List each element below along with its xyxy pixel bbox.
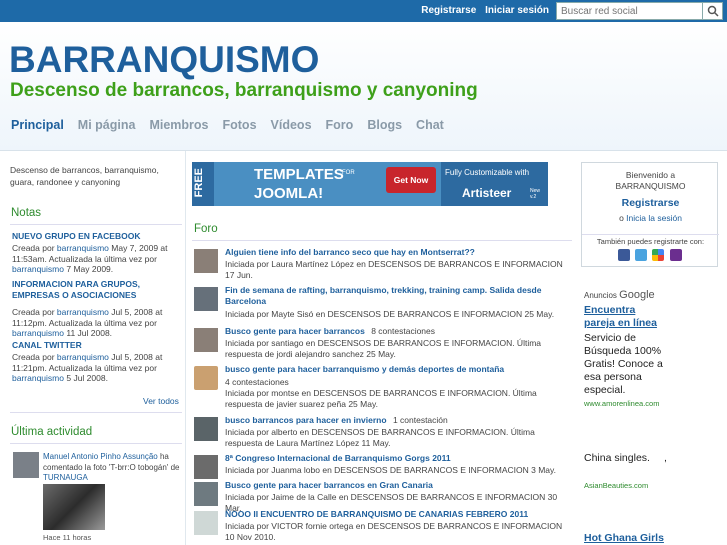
ads-label: Anuncios Google	[584, 289, 655, 301]
avatar[interactable]	[194, 366, 218, 390]
topic-title[interactable]: busco gente para hacer barranquismo y de…	[225, 364, 570, 375]
note-meta: Creada por barranquismo Jul 5, 2008 at 1…	[12, 307, 163, 338]
see-all-notes-link[interactable]: Ver todos	[143, 396, 179, 406]
avatar[interactable]	[194, 328, 218, 352]
note-title[interactable]: INFORMACION PARA GRUPOS, EMPRESAS O ASOC…	[12, 279, 182, 301]
search-button[interactable]	[703, 2, 723, 20]
reply-count: 1 contestación	[392, 415, 448, 425]
ad-url[interactable]: AsianBeauties.com	[584, 481, 648, 490]
welcome-text: Bienvenido a BARRANQUISMO	[615, 170, 686, 191]
reply-count: 8 contestaciones	[371, 326, 436, 336]
notes-heading: Notas	[11, 207, 42, 219]
avatar[interactable]	[194, 417, 218, 441]
avatar[interactable]	[194, 287, 218, 311]
templates-banner[interactable]: FREE TEMPLATES FOR JOOMLA! Get Now Fully…	[192, 162, 548, 206]
login-line: o Inicia la sesión	[619, 213, 682, 223]
topic-meta: Iniciada por Mayte Sisó en DESCENSOS DE …	[225, 309, 555, 319]
nav-fotos[interactable]: Fotos	[223, 118, 257, 132]
site-description: Descenso de barrancos, barranquismo, gua…	[10, 165, 159, 187]
nav-foro[interactable]: Foro	[326, 118, 354, 132]
topic-title[interactable]: Fin de semana de rafting, barranquismo, …	[225, 285, 570, 307]
also-register-text: También puedes registrarte con:	[582, 234, 719, 246]
reply-count: 4 contestaciones	[225, 377, 289, 387]
topic-title[interactable]: Busco gente para hacer barrancos en Gran…	[225, 480, 570, 491]
note-title[interactable]: CANAL TWITTER	[12, 340, 182, 351]
top-links: Registrarse Iniciar sesión	[415, 5, 549, 16]
register-link[interactable]: Registrarse	[582, 197, 719, 209]
nav-miembros[interactable]: Miembros	[149, 118, 208, 132]
avatar[interactable]	[194, 482, 218, 506]
signin-box: Bienvenido a BARRANQUISMO Registrarse o I…	[581, 162, 719, 267]
avatar[interactable]	[194, 455, 218, 479]
topic-title[interactable]: busco barrancos para hacer en invierno	[225, 415, 387, 425]
register-link[interactable]: Registrarse	[421, 5, 476, 16]
avatar[interactable]	[194, 511, 218, 535]
google-icon[interactable]	[652, 249, 664, 261]
yahoo-icon[interactable]	[670, 249, 682, 261]
avatar[interactable]	[194, 249, 218, 273]
topic-title[interactable]: 8ª Congreso Internacional de Barranquism…	[225, 453, 570, 464]
top-bar: Registrarse Iniciar sesión	[0, 0, 727, 22]
nav-videos[interactable]: Vídeos	[271, 118, 312, 132]
ad-title[interactable]: Hot Ghana Girls	[584, 532, 664, 545]
ad-title[interactable]: China singles.	[584, 452, 650, 464]
avatar[interactable]	[13, 452, 39, 478]
search-icon	[707, 5, 719, 17]
note-meta: Creada por barranquismo May 7, 2009 at 1…	[12, 243, 168, 274]
site-title[interactable]: BARRANQUISMO	[9, 39, 319, 81]
nav-chat[interactable]: Chat	[416, 118, 444, 132]
login-link[interactable]: Inicia la sesión	[626, 213, 682, 223]
topic-meta: Iniciada por montse en DESCENSOS DE BARR…	[225, 388, 537, 409]
forum-heading: Foro	[194, 223, 218, 235]
topic-meta: Iniciada por Laura Martínez López en DES…	[225, 259, 563, 280]
activity-time: Hace 11 horas	[43, 533, 92, 542]
note-meta: Creada por barranquismo Jul 5, 2008 at 1…	[12, 352, 163, 383]
topic-meta: Iniciada por santiago en DESCENSOS DE BA…	[225, 338, 542, 359]
main-nav: Principal Mi página Miembros Fotos Vídeos For…	[11, 118, 458, 132]
site-subtitle: Descenso de barrancos, barranquismo y ca…	[10, 80, 478, 101]
facebook-icon[interactable]	[618, 249, 630, 261]
activity-heading: Última actividad	[11, 426, 93, 438]
ad-title[interactable]: Encuentra pareja en línea	[584, 304, 668, 330]
topic-title[interactable]: Busco gente para hacer barrancos	[225, 326, 365, 336]
twitter-icon[interactable]	[635, 249, 647, 261]
activity-text: Manuel Antonio Pinho Assunção ha comenta…	[43, 452, 180, 482]
nav-blogs[interactable]: Blogs	[367, 118, 402, 132]
nav-principal[interactable]: Principal	[11, 118, 64, 132]
topic-meta: Iniciada por VICTOR fornie ortega en DES…	[225, 521, 563, 542]
topic-meta: Iniciada por Juanma lobo en DESCENSOS DE…	[225, 465, 556, 475]
topic-title[interactable]: Alguien tiene info del barranco seco que…	[225, 247, 570, 258]
search-input[interactable]	[556, 2, 703, 20]
ad-url[interactable]: www.amorenlinea.com	[584, 399, 659, 408]
nav-mi-pagina[interactable]: Mi página	[78, 118, 136, 132]
ad-text: Servicio de Búsqueda 100% Gratis! Conoce…	[584, 332, 663, 396]
note-title[interactable]: NUEVO GRUPO EN FACEBOOK	[12, 231, 182, 242]
activity-photo[interactable]	[43, 484, 105, 530]
topic-title[interactable]: ÑOOO II ENCUENTRO DE BARRANQUISMO DE CAN…	[225, 509, 570, 520]
topic-meta: Iniciada por alberto en DESCENSOS DE BAR…	[225, 427, 535, 448]
login-link[interactable]: Iniciar sesión	[485, 5, 549, 16]
